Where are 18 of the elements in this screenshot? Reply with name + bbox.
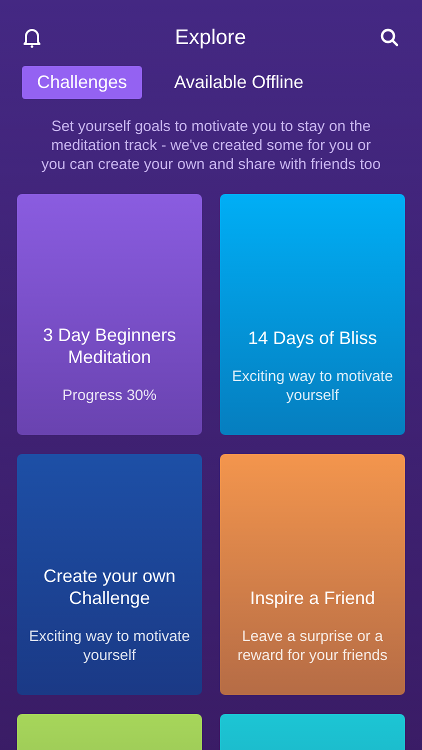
- challenge-card[interactable]: Inspire a Friend Leave a surprise or a reward for your friends: [220, 454, 405, 694]
- card-subtitle: Exciting way to motivate yourself: [28, 626, 191, 664]
- tab[interactable]: Challenges: [22, 66, 142, 98]
- page-title: Explore: [174, 25, 246, 51]
- challenge-card[interactable]: Create your own Challenge Exciting way to motivate yourself: [17, 454, 202, 694]
- description-text: Set yourself goals to motivate you to stay on the meditation track - we've created some for you or you can create your own and share with friends too: [40, 116, 382, 174]
- card-subtitle: Progress 30%: [62, 386, 157, 404]
- card-title: 14 Days of Bliss: [248, 326, 378, 348]
- challenge-card[interactable]: 14 Days of Bliss Exciting way to motivate yourself: [220, 194, 405, 434]
- search-icon[interactable]: [380, 28, 399, 48]
- card-subtitle: Leave a surprise or a reward for your friends: [236, 626, 389, 664]
- challenge-card[interactable]: 3 Day Beginners Meditation Progress 30%: [17, 194, 202, 434]
- card-title: Create your own Challenge: [42, 564, 177, 608]
- card-subtitle: Exciting way to motivate yourself: [231, 366, 394, 404]
- card-title: Inspire a Friend: [250, 586, 376, 608]
- card-title: 3 Day Beginners Meditation: [42, 324, 178, 368]
- tab[interactable]: Available Offline: [156, 66, 322, 98]
- notification-bell-icon[interactable]: [23, 28, 41, 48]
